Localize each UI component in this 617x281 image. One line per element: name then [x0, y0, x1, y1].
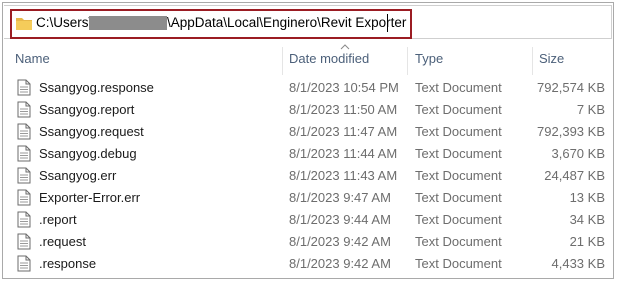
file-name: Ssangyog.debug [39, 146, 137, 161]
file-name: Ssangyog.request [39, 124, 144, 139]
file-size: 7 KB [576, 102, 605, 117]
file-name: Ssangyog.err [39, 168, 117, 183]
address-path-segment-1[interactable]: C:\Users\ [36, 14, 92, 32]
file-date-modified: 8/1/2023 11:50 AM [289, 102, 398, 117]
file-row[interactable]: Ssangyog.err 8/1/2023 11:43 AM Text Docu… [3, 165, 615, 187]
address-path-segment-2[interactable]: \AppData\Local\Enginero\Revit Exporter [167, 14, 406, 32]
text-cursor [387, 14, 388, 32]
file-size: 24,487 KB [544, 168, 605, 183]
file-size: 21 KB [569, 234, 605, 249]
column-divider[interactable] [407, 47, 408, 75]
file-date-modified: 8/1/2023 10:54 PM [289, 80, 399, 95]
file-date-modified: 8/1/2023 9:42 AM [289, 256, 391, 271]
file-row[interactable]: Ssangyog.response 8/1/2023 10:54 PM Text… [3, 77, 615, 99]
file-row[interactable]: .request 8/1/2023 9:42 AM Text Document … [3, 231, 615, 253]
file-type: Text Document [415, 212, 502, 227]
column-header-row: Name Date modified Type Size [3, 43, 615, 75]
file-name: .response [39, 256, 97, 271]
file-row[interactable]: Exporter-Error.err 8/1/2023 9:47 AM Text… [3, 187, 615, 209]
text-document-icon [17, 255, 31, 272]
file-type: Text Document [415, 256, 502, 271]
file-type: Text Document [415, 168, 502, 183]
sort-chevron-icon [340, 44, 350, 50]
column-header-type[interactable]: Type [415, 51, 443, 66]
file-row[interactable]: .report 8/1/2023 9:44 AM Text Document 3… [3, 209, 615, 231]
column-divider[interactable] [282, 47, 283, 75]
file-date-modified: 8/1/2023 11:47 AM [289, 124, 398, 139]
file-name: .report [39, 212, 77, 227]
file-row[interactable]: Ssangyog.request 8/1/2023 11:47 AM Text … [3, 121, 615, 143]
file-row[interactable]: .response 8/1/2023 9:42 AM Text Document… [3, 253, 615, 275]
file-date-modified: 8/1/2023 11:43 AM [289, 168, 398, 183]
column-divider[interactable] [532, 47, 533, 75]
file-size: 34 KB [569, 212, 605, 227]
file-explorer-window: C:\Users\ \AppData\Local\Enginero\Revit … [2, 2, 614, 279]
file-name: Exporter-Error.err [39, 190, 141, 205]
file-type: Text Document [415, 190, 502, 205]
text-document-icon [17, 79, 31, 96]
column-header-name[interactable]: Name [15, 51, 50, 66]
folder-icon [16, 18, 32, 30]
file-name: .request [39, 234, 86, 249]
text-document-icon [17, 233, 31, 250]
redacted-username [89, 16, 167, 30]
file-date-modified: 8/1/2023 9:44 AM [289, 212, 391, 227]
file-date-modified: 8/1/2023 11:44 AM [289, 146, 398, 161]
file-size: 792,393 KB [537, 124, 605, 139]
file-type: Text Document [415, 234, 502, 249]
file-type: Text Document [415, 80, 502, 95]
text-document-icon [17, 189, 31, 206]
column-header-date[interactable]: Date modified [289, 51, 369, 66]
file-size: 13 KB [569, 190, 605, 205]
file-name: Ssangyog.report [39, 102, 135, 117]
file-row[interactable]: Ssangyog.report 8/1/2023 11:50 AM Text D… [3, 99, 615, 121]
text-document-icon [17, 167, 31, 184]
text-document-icon [17, 211, 31, 228]
file-date-modified: 8/1/2023 9:42 AM [289, 234, 391, 249]
text-document-icon [17, 123, 31, 140]
file-size: 792,574 KB [537, 80, 605, 95]
file-type: Text Document [415, 146, 502, 161]
text-document-icon [17, 145, 31, 162]
file-size: 4,433 KB [551, 256, 606, 271]
file-name: Ssangyog.response [39, 80, 154, 95]
file-type: Text Document [415, 124, 502, 139]
column-header-size[interactable]: Size [539, 51, 564, 66]
file-type: Text Document [415, 102, 502, 117]
text-document-icon [17, 101, 31, 118]
file-date-modified: 8/1/2023 9:47 AM [289, 190, 391, 205]
file-size: 3,670 KB [551, 146, 606, 161]
file-row[interactable]: Ssangyog.debug 8/1/2023 11:44 AM Text Do… [3, 143, 615, 165]
